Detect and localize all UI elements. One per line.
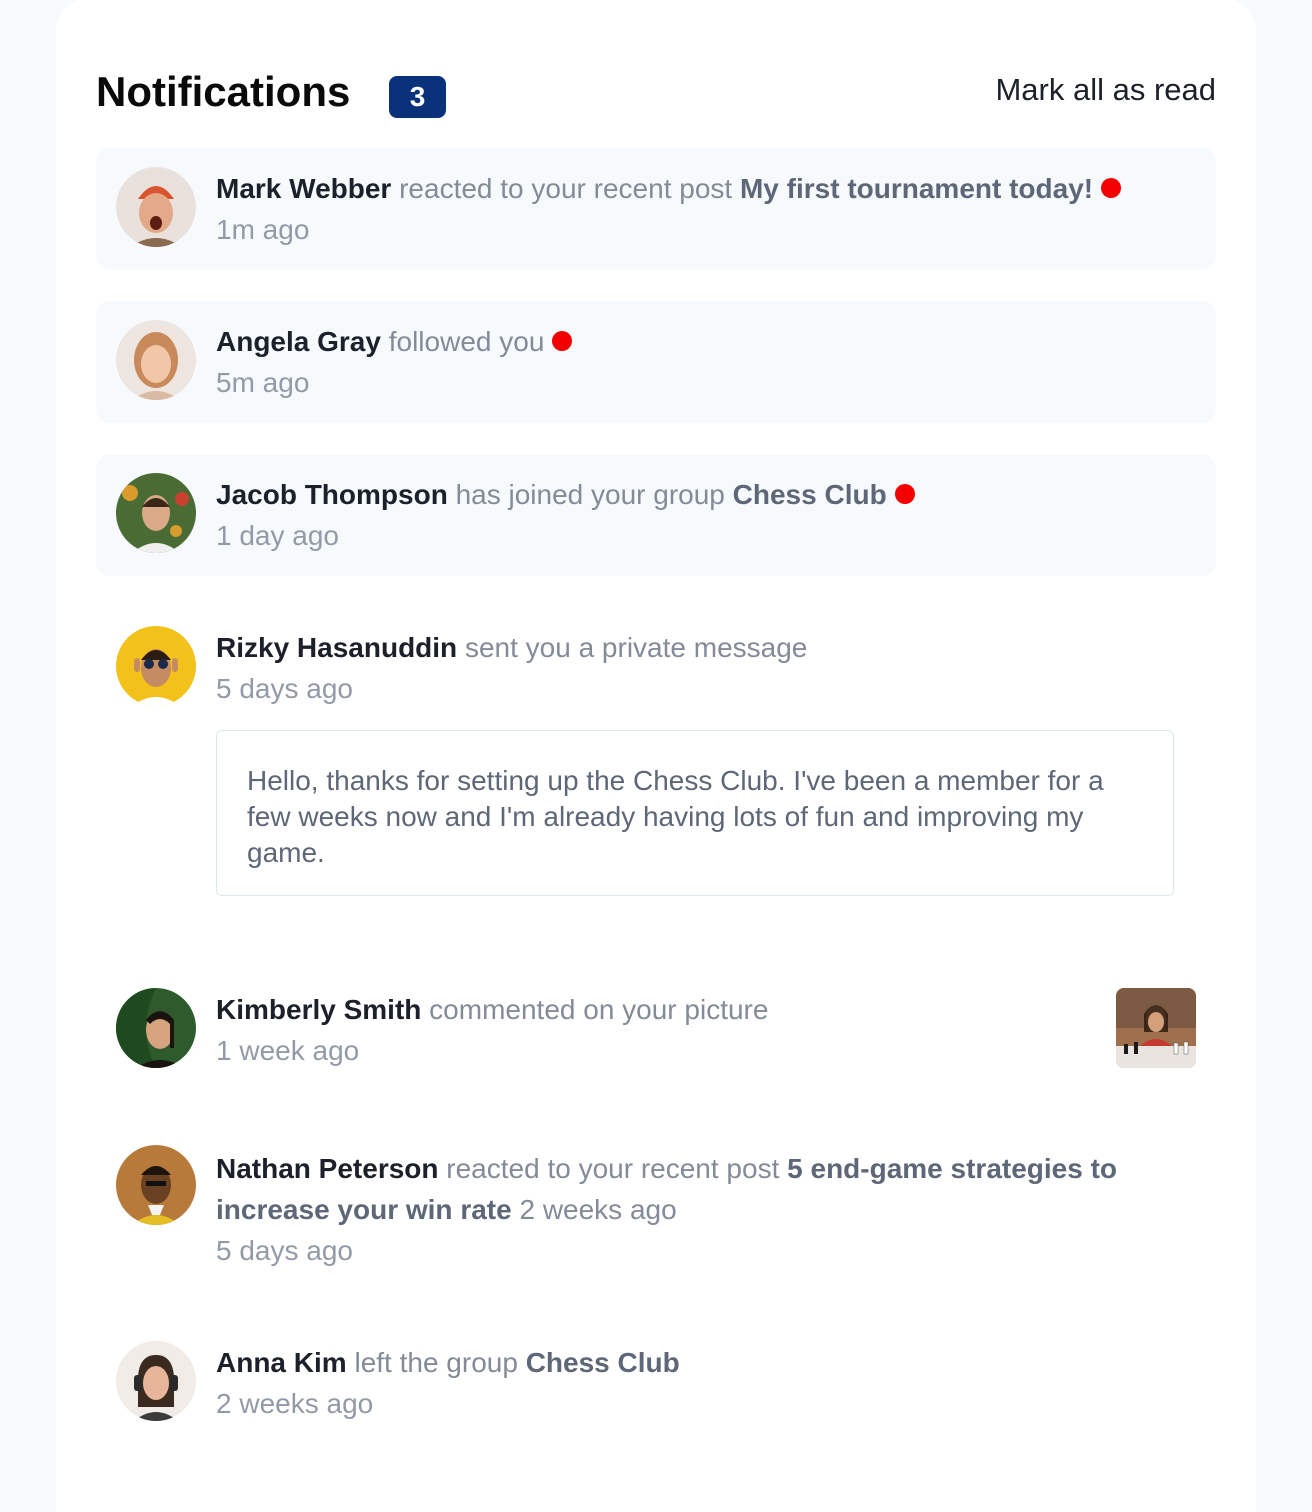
notification-text: Kimberly Smith commented on your picture…: [216, 989, 1096, 1071]
group-link[interactable]: Chess Club: [526, 1347, 680, 1378]
notification-text: Jacob Thompson has joined your group Che…: [216, 474, 1176, 556]
group-link[interactable]: Chess Club: [733, 479, 887, 510]
notification-time: 1 week ago: [216, 1035, 360, 1066]
user-avatar[interactable]: [116, 167, 196, 247]
notifications-card: Notifications 3 Mark all as read Mark We…: [56, 0, 1256, 1512]
mark-all-as-read-button[interactable]: Mark all as read: [995, 70, 1216, 110]
notification-text: Nathan Peterson reacted to your recent p…: [216, 1148, 1176, 1271]
notification-text: Anna Kim left the group Chess Club 2 wee…: [216, 1342, 1176, 1424]
notification-action: sent you a private message: [464, 632, 808, 663]
notification-action: reacted to your recent post: [399, 173, 733, 204]
notification-action: left the group: [354, 1347, 518, 1378]
post-link[interactable]: My first tournament today!: [740, 173, 1093, 204]
page-title: Notifications: [96, 68, 351, 115]
user-name[interactable]: Anna Kim: [216, 1347, 347, 1378]
notification-time: 2 weeks ago: [216, 1388, 374, 1419]
user-avatar[interactable]: [116, 1341, 196, 1421]
user-name[interactable]: Kimberly Smith: [216, 994, 421, 1025]
notification-item[interactable]: Nathan Peterson reacted to your recent p…: [96, 1126, 1216, 1286]
notification-item[interactable]: Jacob Thompson has joined your group Che…: [96, 454, 1216, 576]
user-name[interactable]: Jacob Thompson: [216, 479, 448, 510]
notification-time: 1m ago: [216, 214, 310, 245]
notification-text: Rizky Hasanuddin sent you a private mess…: [216, 627, 1176, 709]
private-message-preview[interactable]: Hello, thanks for setting up the Chess C…: [216, 730, 1174, 896]
header: Notifications 3 Mark all as read: [96, 68, 1216, 120]
notification-time: 5 days ago: [216, 673, 353, 704]
notification-action: has joined your group: [455, 479, 725, 510]
notification-text: Angela Gray followed you 5m ago: [216, 321, 1176, 403]
unread-count-badge: 3: [389, 76, 446, 118]
notification-action: commented on your picture: [429, 994, 769, 1025]
user-avatar[interactable]: [116, 1145, 196, 1225]
user-name[interactable]: Nathan Peterson: [216, 1153, 439, 1184]
user-name[interactable]: Angela Gray: [216, 326, 381, 357]
user-avatar[interactable]: [116, 320, 196, 400]
unread-dot-icon: [552, 330, 573, 351]
notification-action: followed you: [388, 326, 545, 357]
notification-action: reacted to your recent post: [446, 1153, 780, 1184]
unread-dot-icon: [1101, 177, 1122, 198]
user-avatar[interactable]: [116, 626, 196, 706]
notification-time: 5 days ago: [216, 1235, 353, 1266]
notification-item[interactable]: Rizky Hasanuddin sent you a private mess…: [96, 607, 1216, 717]
notification-time: 5m ago: [216, 367, 310, 398]
unread-dot-icon: [894, 483, 915, 504]
commented-picture-thumbnail[interactable]: [1116, 988, 1196, 1068]
user-avatar[interactable]: [116, 473, 196, 553]
notification-item[interactable]: Anna Kim left the group Chess Club 2 wee…: [96, 1322, 1216, 1442]
user-name[interactable]: Rizky Hasanuddin: [216, 632, 457, 663]
notification-time: 1 day ago: [216, 520, 339, 551]
notification-extra: 2 weeks ago: [519, 1194, 677, 1225]
notification-text: Mark Webber reacted to your recent post …: [216, 168, 1176, 250]
user-name[interactable]: Mark Webber: [216, 173, 391, 204]
notification-item[interactable]: Kimberly Smith commented on your picture…: [96, 969, 1216, 1089]
notification-item[interactable]: Mark Webber reacted to your recent post …: [96, 148, 1216, 270]
user-avatar[interactable]: [116, 988, 196, 1068]
notification-item[interactable]: Angela Gray followed you 5m ago: [96, 301, 1216, 423]
